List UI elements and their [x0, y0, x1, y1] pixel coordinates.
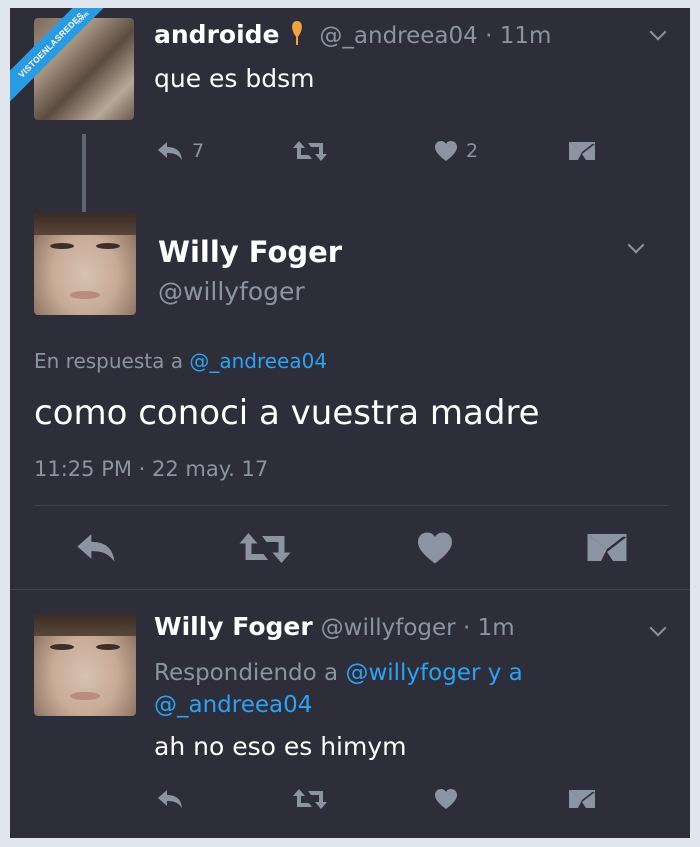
- chevron-down-icon[interactable]: [649, 619, 667, 637]
- chevron-down-icon[interactable]: [627, 236, 645, 254]
- tweet-text: que es bdsm: [154, 64, 315, 93]
- timestamp[interactable]: 11:25 PM · 22 may. 17: [34, 457, 268, 481]
- reply-prefix: Respondiendo a: [154, 660, 339, 686]
- display-name[interactable]: Willy Foger: [154, 612, 313, 641]
- like-button[interactable]: 2: [434, 140, 478, 162]
- reply-button[interactable]: [74, 531, 118, 565]
- reply-count: 7: [192, 140, 205, 162]
- handle[interactable]: @willyfoger: [158, 277, 305, 306]
- dm-button[interactable]: [586, 531, 628, 567]
- dm-icon: [569, 142, 595, 160]
- dm-button[interactable]: [568, 140, 596, 164]
- reply-to-link[interactable]: @_andreea04: [154, 692, 312, 718]
- reply-icon: [77, 534, 115, 562]
- retweet-button[interactable]: [238, 531, 292, 565]
- like-icon: [418, 532, 452, 564]
- display-name[interactable]: androide: [154, 20, 280, 49]
- divider: [34, 505, 668, 506]
- reply-icon: [158, 790, 182, 808]
- tweet-text: ah no eso es himym: [154, 732, 407, 761]
- tweet-reply[interactable]: Willy Foger @willyfoger · 1m Respondiend…: [10, 590, 690, 838]
- tweet-original[interactable]: androide @_andreea04 · 11m que es bdsm 7: [10, 8, 690, 203]
- chevron-down-icon[interactable]: [649, 23, 667, 41]
- retweet-button[interactable]: [292, 140, 328, 162]
- reply-icon: [158, 142, 182, 160]
- like-button[interactable]: [416, 531, 454, 565]
- reply-button[interactable]: 7: [156, 140, 204, 162]
- dm-button[interactable]: [568, 788, 596, 812]
- pin-icon: [292, 21, 303, 45]
- dm-icon: [569, 790, 595, 808]
- thread-connector: [82, 134, 86, 212]
- dm-icon: [587, 534, 627, 561]
- display-name[interactable]: Willy Foger: [158, 235, 342, 269]
- like-button[interactable]: [434, 788, 458, 810]
- like-count: 2: [466, 140, 479, 162]
- tweet-text: como conoci a vuestra madre: [34, 393, 540, 433]
- reply-to-link[interactable]: @_andreea04: [189, 349, 327, 373]
- retweet-icon: [293, 141, 327, 161]
- like-icon: [435, 141, 457, 161]
- retweet-icon: [293, 789, 327, 809]
- like-icon: [435, 789, 457, 809]
- handle-time[interactable]: @_andreea04 · 11m: [319, 23, 551, 49]
- avatar[interactable]: [34, 614, 136, 716]
- retweet-icon: [239, 533, 291, 563]
- avatar[interactable]: [34, 213, 136, 315]
- reply-button[interactable]: [156, 788, 184, 810]
- reply-to-link[interactable]: @willyfoger y a: [345, 660, 522, 686]
- tweet-focused[interactable]: Willy Foger @willyfoger En respuesta a @…: [10, 203, 690, 588]
- reply-prefix: En respuesta a: [34, 349, 183, 373]
- handle-time[interactable]: @willyfoger · 1m: [321, 615, 515, 641]
- timeline: VISTOENLASREDES .com androide @_andreea0…: [10, 8, 690, 838]
- retweet-button[interactable]: [292, 788, 328, 810]
